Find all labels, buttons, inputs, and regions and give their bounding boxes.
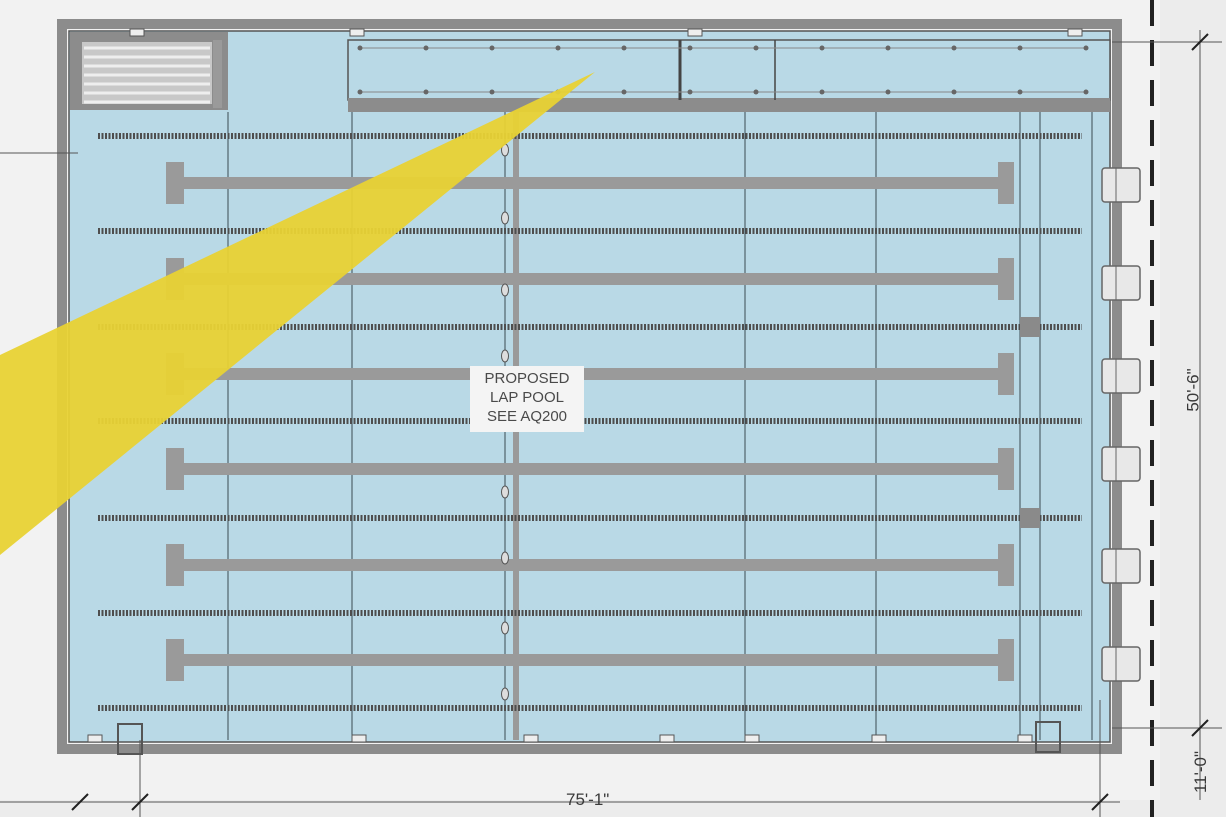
rope-float xyxy=(501,211,509,225)
gutter-anchor xyxy=(1083,89,1089,95)
wall-fitting xyxy=(129,28,145,37)
gutter-anchor xyxy=(621,45,627,51)
gutter-anchor xyxy=(357,89,363,95)
gutter-anchor xyxy=(885,89,891,95)
starting-block xyxy=(1101,548,1141,584)
lane-marking xyxy=(178,177,1004,189)
starting-block xyxy=(1101,446,1141,482)
site-plan-drawing: PROPOSED LAP POOL SEE AQ200 75'-1" 50'-6… xyxy=(0,0,1226,817)
gutter-anchor xyxy=(819,45,825,51)
gutter-anchor xyxy=(423,89,429,95)
lane-marking-tee-end xyxy=(998,544,1014,586)
starting-block xyxy=(1101,646,1141,682)
gutter-anchor xyxy=(555,45,561,51)
gutter-anchor xyxy=(621,89,627,95)
gutter-anchor xyxy=(753,89,759,95)
lane-marking-tee-start xyxy=(166,448,184,490)
top-bench-wall xyxy=(348,98,1110,112)
wall-fitting xyxy=(351,734,367,743)
starting-block xyxy=(1101,167,1141,203)
gutter-anchor xyxy=(1017,45,1023,51)
gutter-anchor xyxy=(753,45,759,51)
lane-marking-tee-end xyxy=(998,448,1014,490)
lane-marking-tee-start xyxy=(166,544,184,586)
wall-fitting xyxy=(744,734,760,743)
pool-plan-svg xyxy=(0,0,1226,817)
rope-float xyxy=(501,485,509,499)
gutter-anchor xyxy=(357,45,363,51)
rope-float xyxy=(501,621,509,635)
rope-float xyxy=(501,349,509,363)
lane-marking-tee-start xyxy=(166,162,184,204)
stair-treads-bg xyxy=(82,42,212,104)
dimension-overall-width: 75'-1" xyxy=(566,790,610,809)
touchpad-marker xyxy=(1020,317,1040,337)
lane-marking-tee-start xyxy=(166,639,184,681)
dimension-overall-length: 50'-6" xyxy=(1183,368,1203,412)
stair-rail xyxy=(213,40,222,108)
touchpad-marker xyxy=(1020,508,1040,528)
starting-block xyxy=(1101,358,1141,394)
gutter-anchor xyxy=(819,89,825,95)
gutter-anchor xyxy=(951,45,957,51)
gutter-anchor xyxy=(489,89,495,95)
wall-fitting xyxy=(659,734,675,743)
pool-label: PROPOSED LAP POOL SEE AQ200 xyxy=(470,366,584,432)
wall-fitting xyxy=(87,734,103,743)
lane-marking-tee-end xyxy=(998,162,1014,204)
wall-fitting xyxy=(1017,734,1033,743)
starting-block xyxy=(1101,265,1141,301)
pool-label-line-3: SEE AQ200 xyxy=(486,408,568,425)
gutter-anchor xyxy=(489,45,495,51)
lane-marking xyxy=(178,368,1004,380)
rope-float xyxy=(501,283,509,297)
gutter-anchor xyxy=(423,45,429,51)
dimension-offset: 11'-0" xyxy=(1191,750,1211,794)
gutter-anchor xyxy=(687,89,693,95)
lane-marking xyxy=(178,654,1004,666)
pool-label-line-1: PROPOSED xyxy=(484,370,570,387)
rope-float xyxy=(501,551,509,565)
wall-fitting xyxy=(523,734,539,743)
rope-float xyxy=(501,687,509,701)
lane-marking xyxy=(178,559,1004,571)
gutter-anchor xyxy=(951,89,957,95)
wall-fitting xyxy=(687,28,703,37)
top-gutter-bay xyxy=(347,39,1111,101)
lane-marking-tee-end xyxy=(998,639,1014,681)
lane-marking-tee-end xyxy=(998,353,1014,395)
pool-label-line-2: LAP POOL xyxy=(490,389,564,406)
lane-marking xyxy=(178,463,1004,475)
wall-fitting xyxy=(1067,28,1083,37)
wall-fitting xyxy=(871,734,887,743)
gutter-anchor xyxy=(1017,89,1023,95)
gutter-anchor xyxy=(885,45,891,51)
gutter-anchor xyxy=(687,45,693,51)
wall-fitting xyxy=(349,28,365,37)
gutter-anchor xyxy=(1083,45,1089,51)
lane-marking-tee-end xyxy=(998,258,1014,300)
